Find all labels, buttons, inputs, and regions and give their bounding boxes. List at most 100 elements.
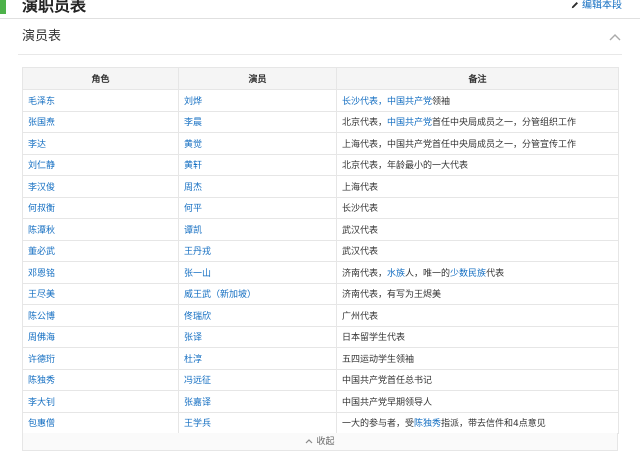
note-text: 济南代表，有写为王烬美 (342, 290, 442, 301)
table-row: 周佛海 张译 日本留学生代表 (22, 325, 619, 348)
note-text: 首任中央局成员之一，分管组织工作 (432, 118, 577, 129)
note-text: 代表 (486, 268, 505, 279)
note-text: 指派，带去信件和4点意见 (441, 419, 546, 430)
note-text: 武汉代表 (342, 247, 379, 258)
note-link[interactable]: 长沙代表， (342, 97, 387, 107)
role-cell[interactable]: 张国焘 (22, 110, 179, 133)
note-cell: 北京代表，中国共产党首任中央局成员之一，分管组织工作 (336, 110, 619, 133)
actor-cell[interactable]: 刘烨 (178, 89, 337, 112)
note-cell: 济南代表，水族人，唯一的少数民族代表 (336, 261, 619, 284)
subsection-header[interactable]: 演员表 (0, 24, 640, 54)
actor-cell[interactable]: 李晨 (178, 110, 337, 133)
table-row: 李大钊 张嘉译 中国共产党早期领导人 (22, 390, 619, 413)
note-link[interactable]: 水族 (387, 269, 405, 279)
role-cell[interactable]: 陈潭秋 (22, 218, 179, 241)
actor-cell[interactable]: 杜淳 (178, 347, 337, 370)
note-cell: 一大的参与者，受陈独秀指派，带去信件和4点意见 (336, 411, 619, 434)
note-text: 济南代表， (342, 268, 388, 279)
note-text: 北京代表， (342, 118, 388, 129)
column-header-role: 角色 (22, 67, 179, 90)
table-row: 张国焘 李晨 北京代表，中国共产党首任中央局成员之一，分管组织工作 (22, 110, 619, 133)
actor-cell[interactable]: 黄觉 (178, 132, 337, 155)
note-text: 长沙代表 (342, 204, 379, 215)
actor-cell[interactable]: 冯远征 (178, 368, 337, 391)
actor-cell[interactable]: 王丹戎 (178, 239, 337, 262)
actor-cell[interactable]: 张一山 (178, 261, 337, 284)
role-cell[interactable]: 许德珩 (22, 347, 179, 370)
note-text: 武汉代表 (342, 225, 379, 236)
table-row: 李达 黄觉 上海代表，中国共产党首任中央局成员之一，分管宣传工作 (22, 132, 619, 155)
role-cell[interactable]: 董必武 (22, 239, 179, 262)
note-cell: 长沙代表 (336, 196, 619, 219)
role-cell[interactable]: 李大钊 (22, 390, 179, 413)
collapse-button[interactable]: 收起 (22, 433, 618, 451)
section-accent-bar (0, 0, 6, 14)
section-divider (0, 18, 640, 19)
column-header-note: 备注 (336, 67, 619, 90)
note-cell: 长沙代表，中国共产党领袖 (336, 89, 619, 112)
table-header-row: 角色 演员 备注 (22, 67, 619, 90)
actor-cell[interactable]: 张嘉译 (178, 390, 337, 413)
role-cell[interactable]: 邓恩铭 (22, 261, 179, 284)
table-row: 刘仁静 黄轩 北京代表，年龄最小的一大代表 (22, 153, 619, 176)
subsection-divider (18, 54, 622, 55)
chevron-up-icon (306, 439, 313, 444)
actor-cell[interactable]: 谭凯 (178, 218, 337, 241)
table-row: 陈潭秋 谭凯 武汉代表 (22, 218, 619, 241)
table-row: 陈公博 佟瑞欣 广州代表 (22, 304, 619, 327)
actor-cell[interactable]: 佟瑞欣 (178, 304, 337, 327)
table-row: 董必武 王丹戎 武汉代表 (22, 239, 619, 262)
table-row: 包惠僧 王学兵 一大的参与者，受陈独秀指派，带去信件和4点意见 (22, 411, 619, 434)
note-text: 北京代表，年龄最小的一大代表 (342, 161, 469, 172)
table-row: 王尽美 威王武（新加坡） 济南代表，有写为王烬美 (22, 282, 619, 305)
actor-cell[interactable]: 威王武（新加坡） (178, 282, 337, 305)
role-cell[interactable]: 李汉俊 (22, 175, 179, 198)
pencil-icon (571, 2, 578, 9)
note-text: 广州代表 (342, 311, 379, 322)
cast-table: 角色 演员 备注 毛泽东 刘烨 长沙代表，中国共产党领袖 张国焘 李晨 北京代表，中国共产… (22, 67, 619, 434)
role-cell[interactable]: 周佛海 (22, 325, 179, 348)
role-cell[interactable]: 刘仁静 (22, 153, 179, 176)
role-cell[interactable]: 何叔衡 (22, 196, 179, 219)
actor-cell[interactable]: 张译 (178, 325, 337, 348)
note-link[interactable]: 少数民族 (450, 269, 486, 279)
note-cell: 中国共产党首任总书记 (336, 368, 619, 391)
section-header: 演职员表 编辑本段 (0, 0, 640, 18)
note-text: 中国共产党首任总书记 (342, 376, 433, 387)
role-cell[interactable]: 陈独秀 (22, 368, 179, 391)
note-text: 一大的参与者，受 (342, 419, 415, 430)
role-cell[interactable]: 陈公博 (22, 304, 179, 327)
actor-cell[interactable]: 何平 (178, 196, 337, 219)
table-row: 何叔衡 何平 长沙代表 (22, 196, 619, 219)
role-cell[interactable]: 毛泽东 (22, 89, 179, 112)
actor-cell[interactable]: 黄轩 (178, 153, 337, 176)
note-cell: 武汉代表 (336, 239, 619, 262)
table-row: 毛泽东 刘烨 长沙代表，中国共产党领袖 (22, 89, 619, 112)
note-cell: 日本留学生代表 (336, 325, 619, 348)
table-row: 陈独秀 冯远征 中国共产党首任总书记 (22, 368, 619, 391)
table-row: 李汉俊 周杰 上海代表 (22, 175, 619, 198)
note-text: 日本留学生代表 (342, 333, 406, 344)
edit-section-link[interactable]: 编辑本段 (571, 0, 622, 13)
role-cell[interactable]: 王尽美 (22, 282, 179, 305)
note-cell: 上海代表，中国共产党首任中央局成员之一，分管宣传工作 (336, 132, 619, 155)
subsection-title: 演员表 (22, 29, 62, 44)
note-link[interactable]: 中国共产党 (387, 97, 432, 107)
actor-cell[interactable]: 周杰 (178, 175, 337, 198)
note-cell: 上海代表 (336, 175, 619, 198)
note-link[interactable]: 陈独秀 (414, 419, 441, 429)
table-row: 许德珩 杜淳 五四运动学生领袖 (22, 347, 619, 370)
role-cell[interactable]: 包惠僧 (22, 411, 179, 434)
column-header-actor: 演员 (178, 67, 337, 90)
edit-section-label: 编辑本段 (582, 0, 622, 11)
note-text: 人，唯一的 (405, 268, 451, 279)
note-link[interactable]: 中国共产党 (387, 118, 432, 128)
chevron-up-icon[interactable] (608, 32, 622, 42)
note-cell: 济南代表，有写为王烬美 (336, 282, 619, 305)
note-cell: 五四运动学生领袖 (336, 347, 619, 370)
role-cell[interactable]: 李达 (22, 132, 179, 155)
note-text: 上海代表 (342, 182, 379, 193)
note-text: 上海代表，中国共产党首任中央局成员之一，分管宣传工作 (342, 139, 577, 150)
note-cell: 北京代表，年龄最小的一大代表 (336, 153, 619, 176)
actor-cell[interactable]: 王学兵 (178, 411, 337, 434)
